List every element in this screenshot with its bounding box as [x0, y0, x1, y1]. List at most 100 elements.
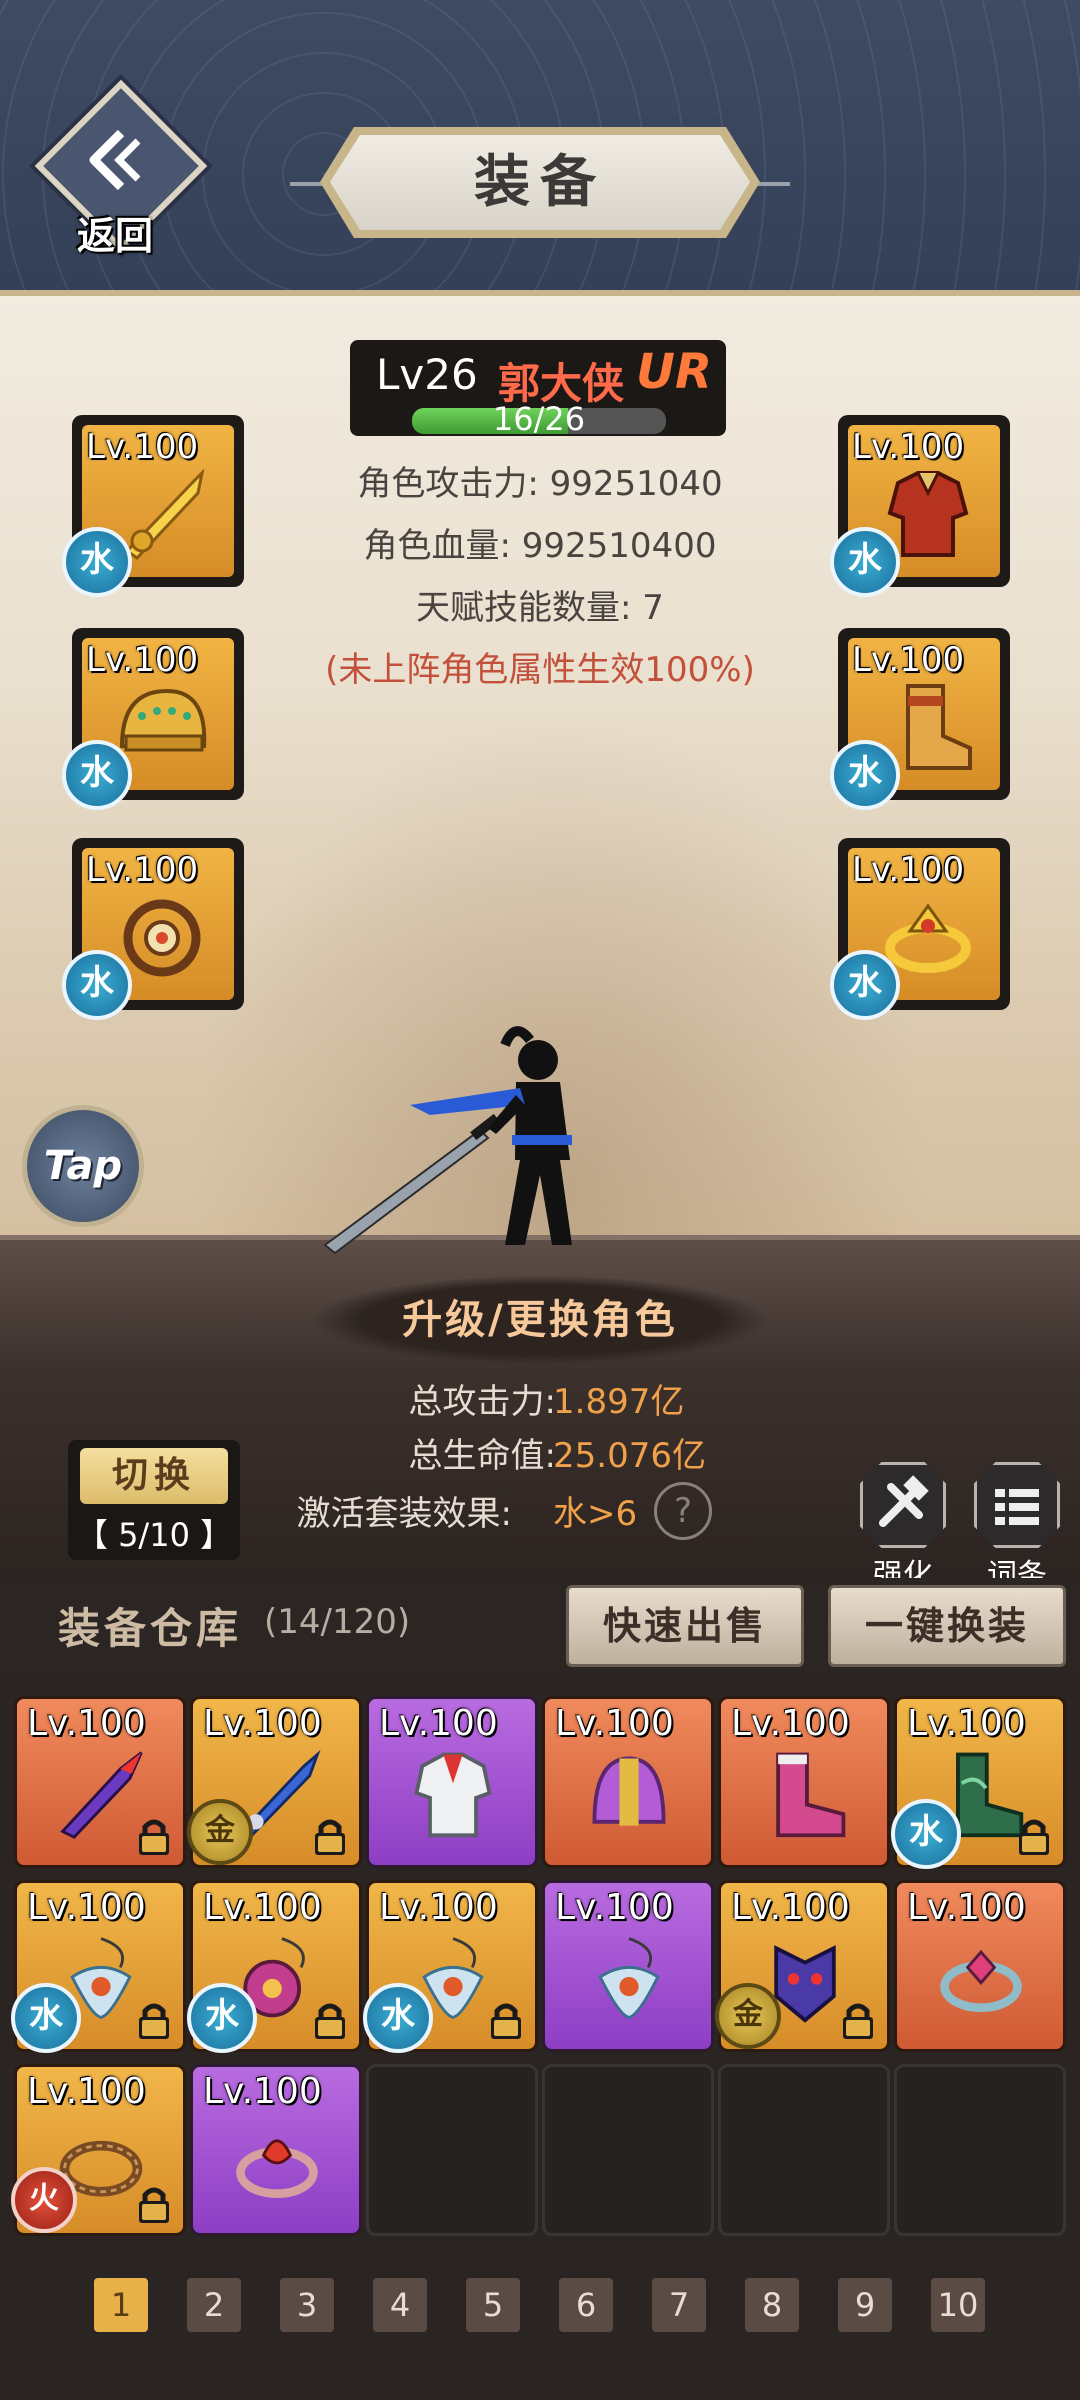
slot-level: Lv.100: [86, 850, 199, 890]
fire-element-badge: 火: [11, 2167, 77, 2233]
back-arrow-icon: [89, 129, 141, 191]
lock-icon: [135, 2185, 173, 2225]
water-element-badge: 水: [891, 1799, 961, 1869]
item-level: Lv.100: [379, 1703, 498, 1744]
water-element-badge: 水: [830, 740, 900, 810]
item-level: Lv.100: [555, 1703, 674, 1744]
slot-level: Lv.100: [852, 850, 965, 890]
page-button[interactable]: 2: [187, 2278, 241, 2332]
quick-sell-button[interactable]: 快速出售: [566, 1585, 804, 1667]
lock-icon: [135, 1817, 173, 1857]
item-cell[interactable]: Lv.100 水: [11, 1880, 186, 2053]
water-element-badge: 水: [830, 527, 900, 597]
item-level: Lv.100: [379, 1887, 498, 1928]
lock-icon: [311, 1817, 349, 1857]
page-button[interactable]: 9: [838, 2278, 892, 2332]
item-level: Lv.100: [731, 1887, 850, 1928]
item-level: Lv.100: [27, 1887, 146, 1928]
winged-pendant-icon: [598, 1937, 660, 2019]
tap-button[interactable]: Tap: [22, 1105, 144, 1227]
metal-element-badge: 金: [715, 1983, 781, 2049]
item-cell[interactable]: Lv.100 火: [11, 2064, 186, 2236]
empty-item-slot[interactable]: [366, 2064, 538, 2236]
switch-loadout-button[interactable]: 切换: [80, 1448, 228, 1504]
lock-icon: [135, 2001, 173, 2041]
water-element-badge: 水: [363, 1983, 433, 2053]
back-label: 返回: [76, 214, 153, 258]
empty-item-slot[interactable]: [718, 2064, 890, 2236]
jeweled-ring-icon: [940, 1949, 1022, 2013]
item-cell[interactable]: Lv.100: [894, 1880, 1066, 2052]
entries-button[interactable]: 词条: [972, 1462, 1062, 1594]
slot-level: Lv.100: [86, 640, 199, 680]
total-hp-value: 25.076亿: [553, 1436, 706, 1476]
slot-level: Lv.100: [852, 640, 965, 680]
hero-rank: UR: [636, 344, 712, 400]
page-button[interactable]: 1: [94, 2278, 148, 2332]
item-level: Lv.100: [907, 1887, 1026, 1928]
empty-item-slot[interactable]: [542, 2064, 714, 2236]
item-level: Lv.100: [907, 1703, 1026, 1744]
hero-progress-text: 16/26: [492, 400, 586, 438]
total-attack-label: 总攻击力:: [408, 1382, 556, 1422]
purple-helmet-icon: [592, 1756, 666, 1826]
white-armor-icon: [414, 1752, 492, 1838]
water-element-badge: 水: [62, 527, 132, 597]
water-element-badge: 水: [830, 950, 900, 1020]
item-level: Lv.100: [203, 1887, 322, 1928]
title-plate: 装备: [320, 127, 760, 238]
one-key-equip-button[interactable]: 一键换装: [828, 1585, 1066, 1667]
metal-element-badge: 金: [187, 1799, 253, 1865]
loadout-count: 【 5/10 】: [75, 1516, 233, 1554]
water-element-badge: 水: [62, 740, 132, 810]
water-element-badge: 水: [187, 1983, 257, 2053]
upgrade-change-hero-button[interactable]: 升级/更换角色: [310, 1275, 770, 1365]
item-level: Lv.100: [731, 1703, 850, 1744]
page-button[interactable]: 5: [466, 2278, 520, 2332]
water-element-badge: 水: [11, 1983, 81, 2053]
item-level: Lv.100: [203, 2071, 322, 2112]
item-cell[interactable]: Lv.100 水: [891, 1696, 1066, 1869]
item-cell[interactable]: Lv.100: [366, 1696, 538, 1868]
page-button[interactable]: 4: [373, 2278, 427, 2332]
dragon-ring-icon: [236, 2139, 318, 2198]
page-button[interactable]: 8: [745, 2278, 799, 2332]
hero-talents: 天赋技能数量: 7: [416, 588, 664, 628]
item-cell[interactable]: Lv.100 水: [363, 1880, 538, 2053]
item-cell[interactable]: Lv.100: [542, 1696, 714, 1868]
item-cell[interactable]: Lv.100: [190, 2064, 362, 2236]
hero-character[interactable]: [320, 1010, 620, 1260]
empty-item-slot[interactable]: [894, 2064, 1066, 2236]
item-cell[interactable]: Lv.100 金: [715, 1880, 890, 2052]
item-cell[interactable]: Lv.100: [718, 1696, 890, 1868]
slot-level: Lv.100: [852, 427, 965, 467]
page-button[interactable]: 6: [559, 2278, 613, 2332]
total-attack-value: 1.897亿: [553, 1382, 685, 1422]
item-level: Lv.100: [27, 2071, 146, 2112]
back-button[interactable]: 返回: [34, 79, 208, 258]
warehouse-title: 装备仓库: [58, 1604, 243, 1653]
page-button[interactable]: 3: [280, 2278, 334, 2332]
total-hp-label: 总生命值:: [408, 1436, 556, 1476]
hero-level: Lv26: [376, 350, 478, 399]
warehouse-count: (14/120): [264, 1602, 411, 1642]
item-cell[interactable]: Lv.100 金: [187, 1696, 362, 1868]
lock-icon: [311, 2001, 349, 2041]
page-button[interactable]: 7: [652, 2278, 706, 2332]
item-level: Lv.100: [27, 1703, 146, 1744]
lock-icon: [487, 2001, 525, 2041]
lock-icon: [839, 2001, 877, 2041]
page-button[interactable]: 10: [931, 2278, 985, 2332]
list-icon: [974, 1462, 1060, 1548]
item-cell[interactable]: Lv.100: [14, 1696, 186, 1868]
enhance-button[interactable]: 强化: [858, 1462, 948, 1594]
water-element-badge: 水: [62, 950, 132, 1020]
set-effect-value: 水>6: [553, 1494, 638, 1534]
pink-boots-icon: [776, 1752, 846, 1838]
page-title: 装备: [474, 150, 606, 215]
item-cell[interactable]: Lv.100 水: [187, 1880, 362, 2053]
item-level: Lv.100: [555, 1887, 674, 1928]
set-effect-label: 激活套装效果:: [296, 1494, 512, 1534]
help-icon[interactable]: ?: [654, 1482, 712, 1540]
item-cell[interactable]: Lv.100: [542, 1880, 714, 2052]
